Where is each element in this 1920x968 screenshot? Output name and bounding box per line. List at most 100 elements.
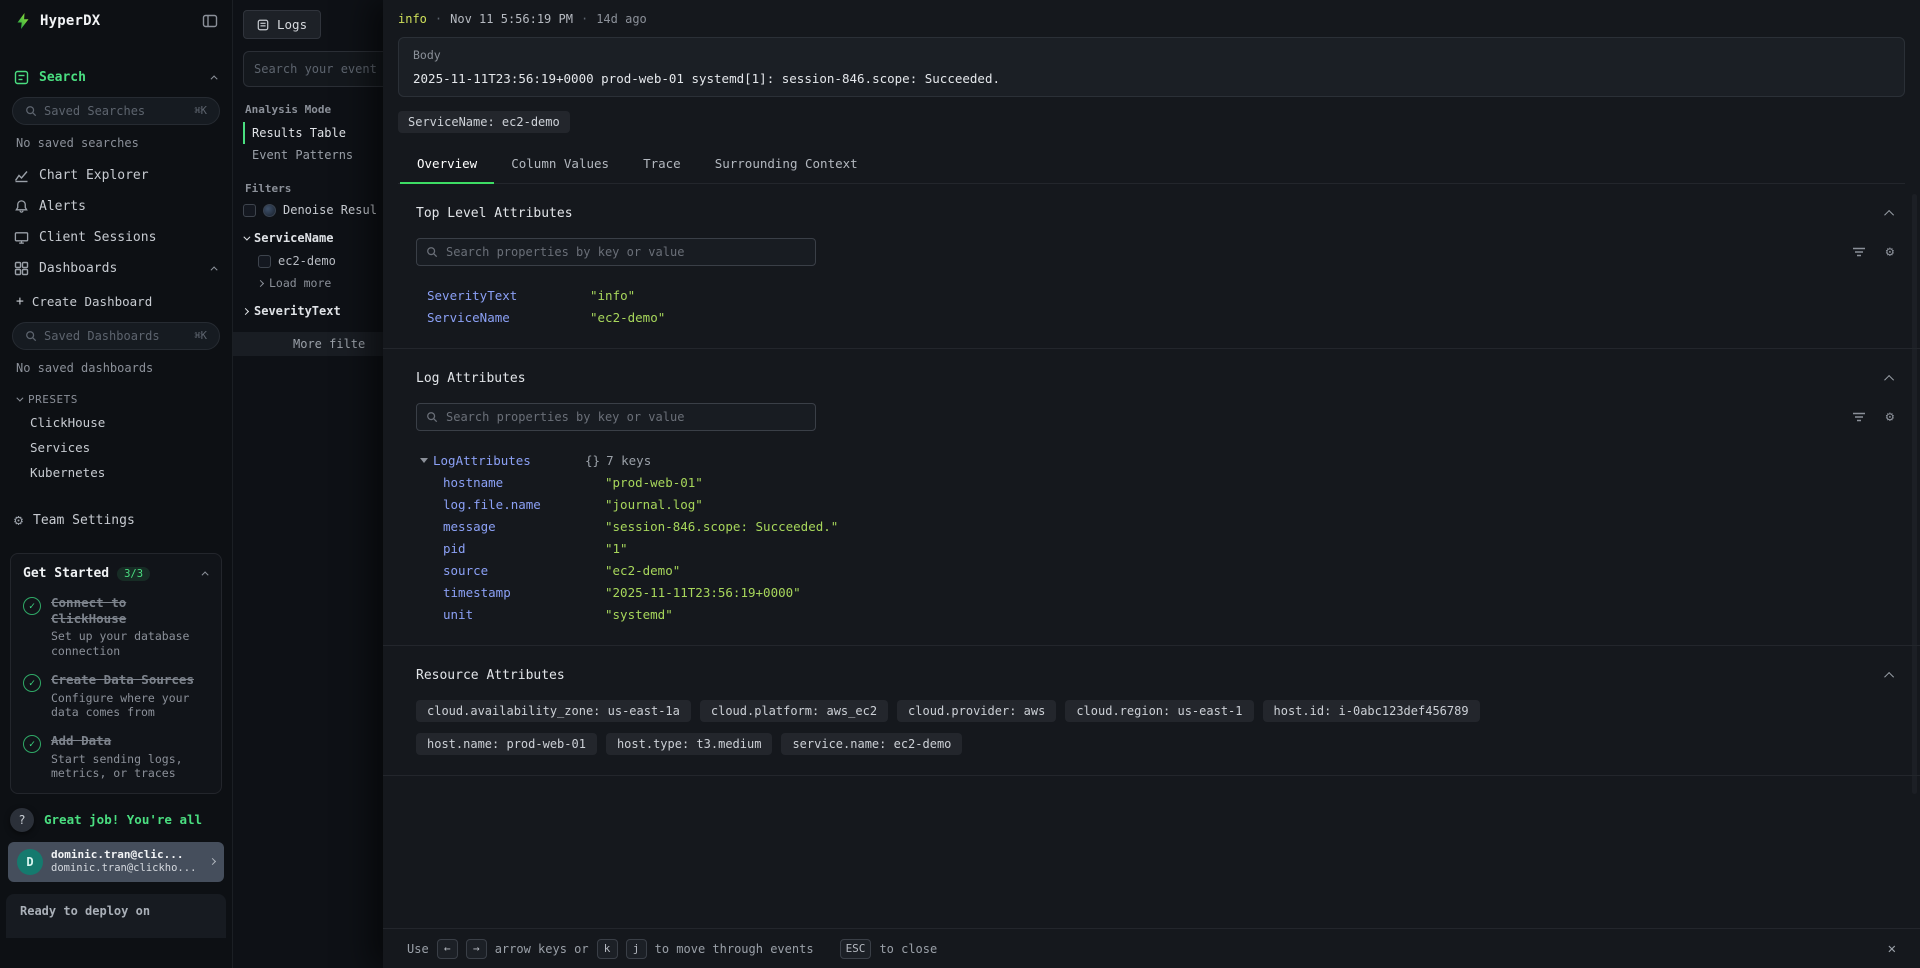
tab-overview[interactable]: Overview	[400, 145, 494, 184]
sidebar: HyperDX Search Saved Searches ⌘K No save…	[0, 0, 233, 968]
attribute-row: log.file.name "journal.log"	[416, 493, 1894, 515]
caret-down-icon[interactable]	[420, 458, 428, 463]
service-name-tag[interactable]: ServiceName: ec2-demo	[398, 111, 570, 133]
sidebar-item-clickhouse[interactable]: ClickHouse	[0, 410, 232, 435]
search-list-icon	[14, 70, 29, 85]
sidebar-item-team-settings[interactable]: Team Settings	[0, 503, 232, 537]
property-search-input[interactable]	[446, 245, 806, 259]
help-button[interactable]	[10, 808, 34, 832]
create-dashboard-button[interactable]: Create Dashboard	[0, 284, 232, 318]
saved-dashboards-input[interactable]: Saved Dashboards ⌘K	[12, 322, 220, 350]
property-search	[416, 238, 816, 266]
close-icon[interactable]	[1888, 941, 1896, 957]
tab-surrounding-context[interactable]: Surrounding Context	[698, 145, 875, 183]
resource-chip[interactable]: service.name: ec2-demo	[781, 733, 962, 755]
load-more-button[interactable]: Load more	[258, 276, 383, 290]
filter-group-label: SeverityText	[254, 304, 341, 318]
filter-lines-icon[interactable]	[1852, 410, 1866, 424]
get-started-title: Get Started	[23, 566, 109, 581]
get-started-step[interactable]: Create Data Sources Configure where your…	[23, 672, 209, 719]
collapse-sidebar-icon[interactable]	[202, 13, 218, 29]
brand[interactable]: HyperDX	[14, 12, 100, 30]
attribute-row: ServiceName "ec2-demo"	[416, 306, 1894, 328]
attribute-key[interactable]: timestamp	[443, 585, 605, 600]
ec2-demo-checkbox[interactable]	[258, 255, 271, 268]
sidebar-item-dashboards[interactable]: Dashboards	[0, 253, 232, 284]
hyperdx-logo-icon	[14, 12, 32, 30]
sidebar-item-search[interactable]: Search	[0, 62, 232, 93]
attribute-value[interactable]: "ec2-demo"	[590, 310, 665, 325]
mode-results-table[interactable]: Results Table	[243, 122, 383, 144]
resource-chip[interactable]: host.type: t3.medium	[606, 733, 773, 755]
progress-badge: 3/3	[117, 567, 150, 581]
sidebar-item-services[interactable]: Services	[0, 435, 232, 460]
deploy-teaser-text: Ready to deploy on	[6, 894, 226, 938]
attribute-key[interactable]: unit	[443, 607, 605, 622]
gear-icon[interactable]	[1886, 409, 1894, 425]
saved-dashboards-placeholder: Saved Dashboards	[44, 329, 160, 343]
sidebar-item-kubernetes[interactable]: Kubernetes	[0, 460, 232, 485]
attribute-key[interactable]: pid	[443, 541, 605, 556]
denoise-checkbox[interactable]	[243, 204, 256, 217]
filter-group-servicename[interactable]: ServiceName	[243, 231, 383, 245]
attribute-key[interactable]: hostname	[443, 475, 605, 490]
search-icon	[25, 105, 37, 117]
drawer-footer: Use ← → arrow keys or k j to move throug…	[383, 928, 1920, 968]
attribute-key[interactable]: SeverityText	[427, 288, 590, 303]
scrollbar[interactable]	[1912, 194, 1917, 794]
resource-chip[interactable]: host.name: prod-web-01	[416, 733, 597, 755]
step-title: Add Data	[51, 733, 111, 748]
event-search-input[interactable]	[243, 51, 383, 87]
collapse-section-icon[interactable]	[1884, 672, 1894, 682]
get-started-step[interactable]: Add Data Start sending logs, metrics, or…	[23, 733, 209, 780]
resource-chip[interactable]: cloud.provider: aws	[897, 700, 1056, 722]
check-circle-icon	[23, 735, 41, 753]
sidebar-item-label: Client Sessions	[39, 230, 156, 245]
mode-event-patterns[interactable]: Event Patterns	[243, 144, 383, 166]
brand-name: HyperDX	[40, 13, 100, 29]
resource-chip[interactable]: cloud.availability_zone: us-east-1a	[416, 700, 691, 722]
attribute-value[interactable]: "1"	[605, 541, 628, 556]
plus-icon	[16, 293, 24, 309]
resource-chip[interactable]: cloud.region: us-east-1	[1065, 700, 1253, 722]
attribute-key[interactable]: source	[443, 563, 605, 578]
attribute-value[interactable]: "ec2-demo"	[605, 563, 680, 578]
get-started-header[interactable]: Get Started 3/3	[23, 566, 209, 581]
sidebar-item-client-sessions[interactable]: Client Sessions	[0, 222, 232, 253]
attribute-key[interactable]: log.file.name	[443, 497, 605, 512]
chevron-up-icon	[202, 571, 209, 578]
user-profile-button[interactable]: D dominic.tran@clic... dominic.tran@clic…	[8, 842, 224, 882]
resource-chip[interactable]: cloud.platform: aws_ec2	[700, 700, 888, 722]
sidebar-item-alerts[interactable]: Alerts	[0, 191, 232, 222]
attribute-key[interactable]: LogAttributes	[433, 453, 585, 468]
resource-chip[interactable]: host.id: i-0abc123def456789	[1263, 700, 1480, 722]
top-level-rows: SeverityText "info" ServiceName "ec2-dem…	[416, 284, 1894, 328]
attribute-value[interactable]: "journal.log"	[605, 497, 703, 512]
tab-trace[interactable]: Trace	[626, 145, 698, 183]
attribute-value[interactable]: "info"	[590, 288, 635, 303]
saved-searches-input[interactable]: Saved Searches ⌘K	[12, 97, 220, 125]
attribute-value[interactable]: "systemd"	[605, 607, 673, 622]
collapse-section-icon[interactable]	[1884, 210, 1894, 220]
attribute-value[interactable]: "2025-11-11T23:56:19+0000"	[605, 585, 801, 600]
sidebar-item-chart-explorer[interactable]: Chart Explorer	[0, 160, 232, 191]
tab-column-values[interactable]: Column Values	[494, 145, 626, 183]
presets-label: PRESETS	[28, 393, 78, 406]
monitor-icon	[14, 230, 29, 245]
filter-group-severitytext[interactable]: SeverityText	[243, 304, 383, 318]
presets-toggle[interactable]: PRESETS	[0, 385, 232, 410]
logs-source-icon	[257, 19, 269, 31]
gear-icon[interactable]	[1886, 244, 1894, 260]
attribute-value[interactable]: "session-846.scope: Succeeded."	[605, 519, 838, 534]
collapse-section-icon[interactable]	[1884, 375, 1894, 385]
body-label: Body	[413, 48, 1890, 62]
more-filters-button[interactable]: More filte	[233, 332, 383, 356]
filter-lines-icon[interactable]	[1852, 245, 1866, 259]
get-started-step[interactable]: Connect to ClickHouse Set up your databa…	[23, 595, 209, 658]
attribute-value[interactable]: "prod-web-01"	[605, 475, 703, 490]
property-search-input[interactable]	[446, 410, 806, 424]
source-selector-logs[interactable]: Logs	[243, 10, 321, 39]
attribute-key[interactable]: ServiceName	[427, 310, 590, 325]
attribute-key[interactable]: message	[443, 519, 605, 534]
filter-option-label: ec2-demo	[278, 254, 336, 268]
